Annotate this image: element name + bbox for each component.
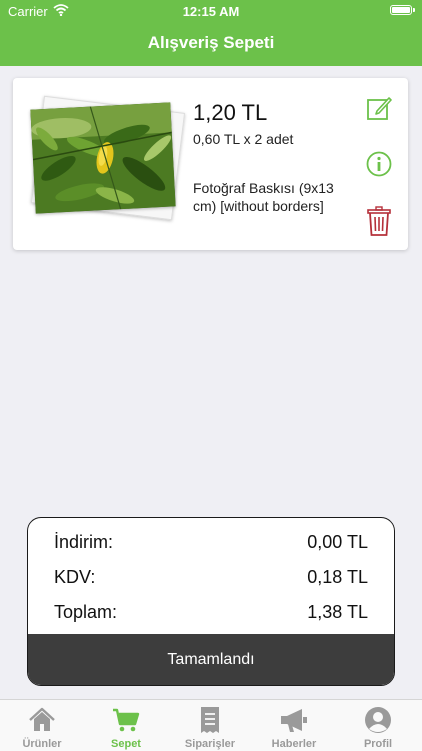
tab-label: Ürünler bbox=[22, 738, 62, 750]
tab-label: Haberler bbox=[271, 738, 317, 750]
total-label: Toplam: bbox=[54, 602, 118, 622]
item-description: Fotoğraf Baskısı (9x13 cm) [without bord… bbox=[193, 180, 334, 214]
tab-cart[interactable]: Sepet bbox=[84, 704, 168, 750]
cart-item-card: 1,20 TL 0,60 TL x 2 adet Fotoğraf Baskıs… bbox=[13, 78, 408, 250]
info-icon[interactable] bbox=[365, 150, 393, 178]
status-bar: Carrier 12:15 AM bbox=[0, 0, 422, 22]
tax-label: KDV: bbox=[54, 567, 96, 587]
item-price: 1,20 TL bbox=[193, 100, 268, 125]
page-title: Alışveriş Sepeti bbox=[147, 33, 275, 52]
profile-icon bbox=[364, 706, 392, 734]
tab-bar: Ürünler Sepet Siparişler Haberler Profil bbox=[0, 699, 422, 751]
nav-header: Carrier 12:15 AM Alışveriş Sepeti bbox=[0, 0, 422, 66]
complete-button[interactable]: Tamamlandı bbox=[28, 634, 394, 685]
trash-icon[interactable] bbox=[365, 206, 393, 236]
cart-icon bbox=[112, 706, 140, 734]
edit-icon[interactable] bbox=[365, 94, 393, 122]
item-quantity: 0,60 TL x 2 adet bbox=[193, 131, 294, 147]
megaphone-icon bbox=[280, 706, 308, 734]
orders-icon bbox=[196, 706, 224, 734]
discount-label: İndirim: bbox=[54, 532, 114, 552]
tab-label: Sepet bbox=[111, 738, 141, 750]
tab-products[interactable]: Ürünler bbox=[0, 704, 84, 750]
home-icon bbox=[28, 706, 56, 734]
clock: 12:15 AM bbox=[182, 4, 240, 19]
tab-orders[interactable]: Siparişler bbox=[168, 704, 252, 750]
product-thumbnail[interactable] bbox=[29, 95, 186, 221]
tax-row: KDV: 0,18 TL bbox=[54, 567, 368, 589]
discount-value: 0,00 TL bbox=[307, 532, 368, 552]
plant-leaves-photo bbox=[30, 102, 176, 214]
tax-value: 0,18 TL bbox=[307, 567, 368, 587]
total-row: Toplam: 1,38 TL bbox=[54, 602, 368, 624]
tab-label: Siparişler bbox=[184, 738, 236, 750]
tab-news[interactable]: Haberler bbox=[252, 704, 336, 750]
order-summary: İndirim: 0,00 TL KDV: 0,18 TL Toplam: 1,… bbox=[27, 517, 395, 686]
tab-profile[interactable]: Profil bbox=[336, 704, 420, 750]
total-value: 1,38 TL bbox=[307, 602, 368, 622]
battery-icon bbox=[390, 5, 415, 15]
tab-label: Profil bbox=[363, 738, 393, 750]
discount-row: İndirim: 0,00 TL bbox=[54, 532, 368, 554]
